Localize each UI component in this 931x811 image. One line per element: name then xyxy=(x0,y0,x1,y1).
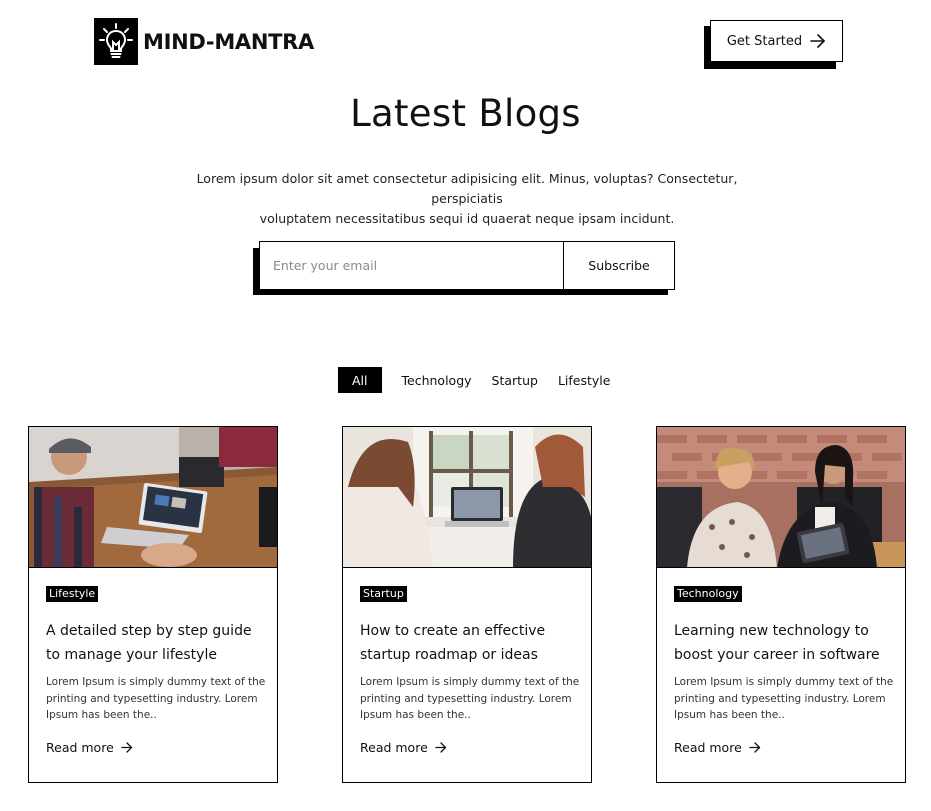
read-more-label: Read more xyxy=(674,740,742,755)
card-image-people-laptops[interactable] xyxy=(29,427,277,568)
subscribe-form: Subscribe xyxy=(259,241,675,290)
card-title[interactable]: How to create an effective startup roadm… xyxy=(360,619,580,667)
category-filters: All Technology Startup Lifestyle xyxy=(338,367,610,393)
card-tag[interactable]: Startup xyxy=(360,586,407,602)
read-more-link[interactable]: Read more xyxy=(46,740,133,755)
card-image-women-laptop[interactable] xyxy=(343,427,591,568)
subscribe-button[interactable]: Subscribe xyxy=(563,242,674,289)
filter-technology[interactable]: Technology xyxy=(402,367,472,393)
read-more-link[interactable]: Read more xyxy=(360,740,447,755)
lightbulb-icon xyxy=(94,18,138,65)
blog-card[interactable]: Startup How to create an effective start… xyxy=(342,426,592,783)
filter-startup[interactable]: Startup xyxy=(492,367,538,393)
filter-all[interactable]: All xyxy=(338,367,382,393)
get-started-button[interactable]: Get Started xyxy=(710,20,843,62)
brand-logo[interactable]: MIND-MANTRA xyxy=(94,18,314,65)
arrow-right-icon xyxy=(435,742,446,753)
arrow-right-icon xyxy=(121,742,132,753)
hero-description: Lorem ipsum dolor sit amet consectetur a… xyxy=(170,169,764,229)
card-excerpt: Lorem Ipsum is simply dummy text of the … xyxy=(46,676,266,721)
blog-card[interactable]: Lifestyle A detailed step by step guide … xyxy=(28,426,278,783)
read-more-label: Read more xyxy=(46,740,114,755)
arrow-right-icon xyxy=(749,742,760,753)
arrow-right-icon xyxy=(810,34,826,48)
card-title[interactable]: Learning new technology to boost your ca… xyxy=(674,619,894,667)
card-title[interactable]: A detailed step by step guide to manage … xyxy=(46,619,266,667)
filter-lifestyle[interactable]: Lifestyle xyxy=(558,367,611,393)
read-more-label: Read more xyxy=(360,740,428,755)
hero-description-line-2: voluptatem necessitatibus sequi id quaer… xyxy=(259,211,675,226)
brand-name: MIND-MANTRA xyxy=(143,29,314,54)
card-tag[interactable]: Technology xyxy=(674,586,742,602)
read-more-link[interactable]: Read more xyxy=(674,740,761,755)
card-excerpt: Lorem Ipsum is simply dummy text of the … xyxy=(360,676,580,721)
hero-description-line-1: Lorem ipsum dolor sit amet consectetur a… xyxy=(196,171,738,206)
card-excerpt: Lorem Ipsum is simply dummy text of the … xyxy=(674,676,894,721)
page-title: Latest Blogs xyxy=(350,92,581,135)
blog-card[interactable]: Technology Learning new technology to bo… xyxy=(656,426,906,783)
email-input[interactable] xyxy=(260,242,563,289)
card-tag[interactable]: Lifestyle xyxy=(46,586,99,602)
get-started-label: Get Started xyxy=(726,33,803,49)
card-image-women-tablet[interactable] xyxy=(657,427,905,568)
